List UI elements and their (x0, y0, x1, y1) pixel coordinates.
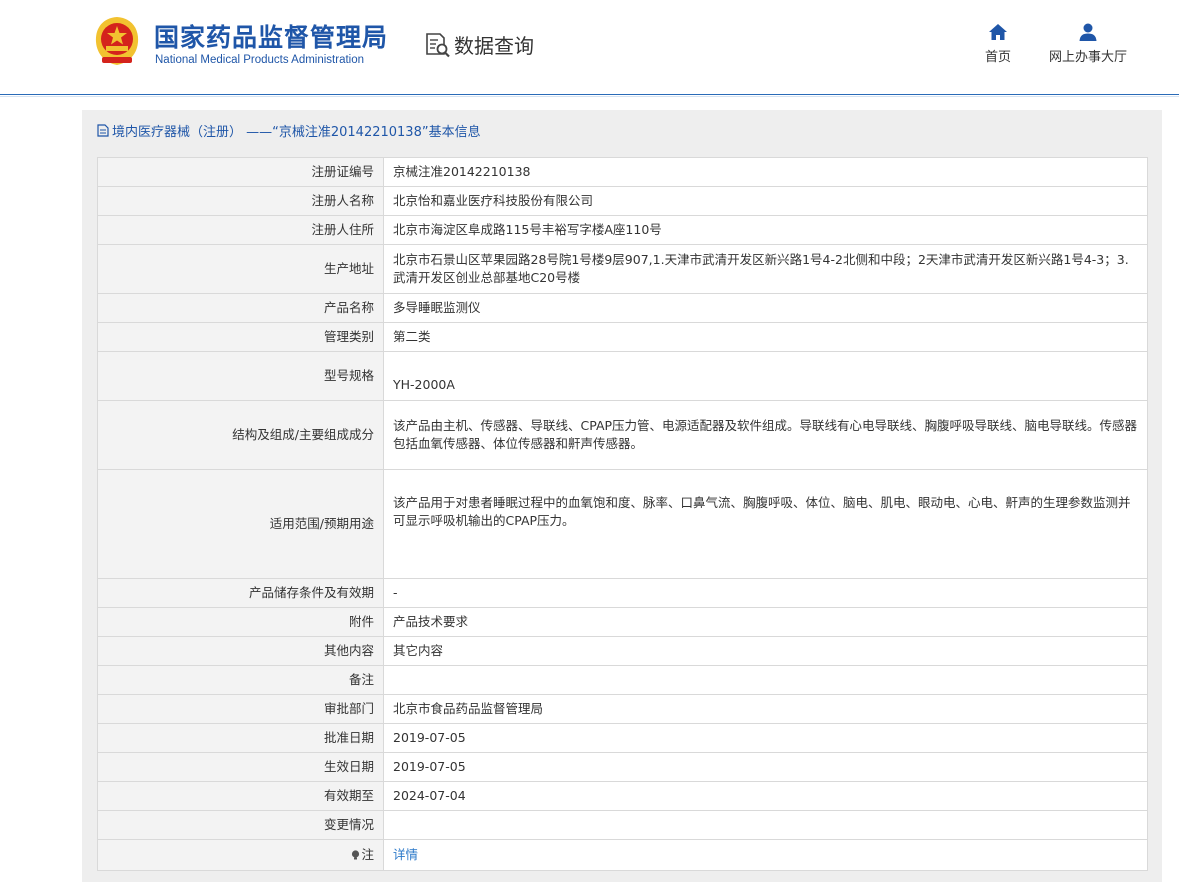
row-label: 型号规格 (97, 351, 384, 401)
national-emblem-icon (95, 17, 139, 65)
row-value: 产品技术要求 (383, 607, 1148, 637)
row-label: 其他内容 (97, 636, 384, 666)
row-value: 多导睡眠监测仪 (383, 293, 1148, 323)
row-value: 北京市海淀区阜成路115号丰裕写字楼A座110号 (383, 215, 1148, 245)
row-value: 2019-07-05 (383, 752, 1148, 782)
row-label: 注册证编号 (97, 157, 384, 187)
row-value: 第二类 (383, 322, 1148, 352)
site-header: 国家药品监督管理局 National Medical Products Admi… (0, 0, 1179, 97)
table-row: 附件 产品技术要求 (97, 607, 1148, 637)
org-name-cn: 国家药品监督管理局 (154, 23, 389, 52)
row-label: 结构及组成/主要组成成分 (97, 400, 384, 470)
table-row: 审批部门 北京市食品药品监督管理局 (97, 694, 1148, 724)
table-row: 备注 (97, 665, 1148, 695)
row-label: 注册人名称 (97, 186, 384, 216)
row-label: 附件 (97, 607, 384, 637)
table-row: 有效期至 2024-07-04 (97, 781, 1148, 811)
row-value: 该产品由主机、传感器、导联线、CPAP压力管、电源适配器及软件组成。导联线有心电… (383, 400, 1148, 470)
table-row: 产品名称 多导睡眠监测仪 (97, 293, 1148, 323)
row-label: 注册人住所 (97, 215, 384, 245)
row-label: 备注 (97, 665, 384, 695)
row-value (383, 810, 1148, 840)
panel-title: 境内医疗器械（注册） ——“京械注准20142210138”基本信息 (97, 121, 481, 140)
row-value: 北京市食品药品监督管理局 (383, 694, 1148, 724)
table-row: 变更情况 (97, 810, 1148, 840)
row-value: 北京市石景山区苹果园路28号院1号楼9层907,1.天津市武清开发区新兴路1号4… (383, 244, 1148, 294)
table-row: 注册证编号 京械注准20142210138 (97, 157, 1148, 187)
details-link[interactable]: 详情 (393, 847, 418, 862)
data-query-title[interactable]: 数据查询 (424, 30, 534, 59)
data-query-label: 数据查询 (454, 34, 534, 58)
row-label: 批准日期 (97, 723, 384, 753)
row-value: YH-2000A (383, 351, 1148, 401)
table-row: 管理类别 第二类 (97, 322, 1148, 352)
table-row: 适用范围/预期用途 该产品用于对患者睡眠过程中的血氧饱和度、脉率、口鼻气流、胸腹呼… (97, 469, 1148, 579)
row-value: 该产品用于对患者睡眠过程中的血氧饱和度、脉率、口鼻气流、胸腹呼吸、体位、脑电、肌… (383, 469, 1148, 579)
row-label-note: 注 (97, 839, 384, 871)
row-label: 变更情况 (97, 810, 384, 840)
row-label: 产品储存条件及有效期 (97, 578, 384, 608)
row-value: 2019-07-05 (383, 723, 1148, 753)
info-table: 注册证编号 京械注准20142210138 注册人名称 北京怡和嘉业医疗科技股份有限… (97, 157, 1148, 871)
table-row: 结构及组成/主要组成成分 该产品由主机、传感器、导联线、CPAP压力管、电源适配器… (97, 400, 1148, 470)
nav-home-label: 首页 (984, 50, 1011, 65)
row-label: 有效期至 (97, 781, 384, 811)
detail-panel: 境内医疗器械（注册） ——“京械注准20142210138”基本信息 注册证编号… (82, 110, 1162, 882)
row-value: 京械注准20142210138 (383, 157, 1148, 187)
row-value: 其它内容 (383, 636, 1148, 666)
table-row: 其他内容 其它内容 (97, 636, 1148, 666)
row-value (383, 665, 1148, 695)
table-row: 批准日期 2019-07-05 (97, 723, 1148, 753)
panel-title-text: 境内医疗器械（注册） ——“京械注准20142210138”基本信息 (112, 125, 481, 140)
org-name-en: National Medical Products Administration (155, 54, 365, 66)
row-label: 管理类别 (97, 322, 384, 352)
table-row: 产品储存条件及有效期 - (97, 578, 1148, 608)
row-label: 生产地址 (97, 244, 384, 294)
table-row: 型号规格 YH-2000A (97, 351, 1148, 401)
table-row: 注册人住所 北京市海淀区阜成路115号丰裕写字楼A座110号 (97, 215, 1148, 245)
note-label: 注 (361, 847, 374, 862)
home-icon (989, 24, 1007, 40)
row-value: - (383, 578, 1148, 608)
user-icon (1079, 23, 1097, 41)
row-value: 2024-07-04 (383, 781, 1148, 811)
document-search-icon (426, 32, 450, 57)
row-value: 详情 (383, 839, 1148, 871)
document-icon (97, 124, 109, 137)
nav-online-hall-button[interactable]: 网上办事大厅 (1048, 22, 1128, 65)
bulb-icon (352, 850, 360, 860)
row-label: 生效日期 (97, 752, 384, 782)
row-value: 北京怡和嘉业医疗科技股份有限公司 (383, 186, 1148, 216)
table-row: 注 详情 (97, 839, 1148, 871)
table-row: 生产地址 北京市石景山区苹果园路28号院1号楼9层907,1.天津市武清开发区新兴… (97, 244, 1148, 294)
nav-home-button[interactable]: 首页 (984, 22, 1012, 65)
table-row: 生效日期 2019-07-05 (97, 752, 1148, 782)
table-row: 注册人名称 北京怡和嘉业医疗科技股份有限公司 (97, 186, 1148, 216)
row-label: 适用范围/预期用途 (97, 469, 384, 579)
nav-online-hall-label: 网上办事大厅 (1048, 50, 1127, 65)
row-label: 产品名称 (97, 293, 384, 323)
row-label: 审批部门 (97, 694, 384, 724)
